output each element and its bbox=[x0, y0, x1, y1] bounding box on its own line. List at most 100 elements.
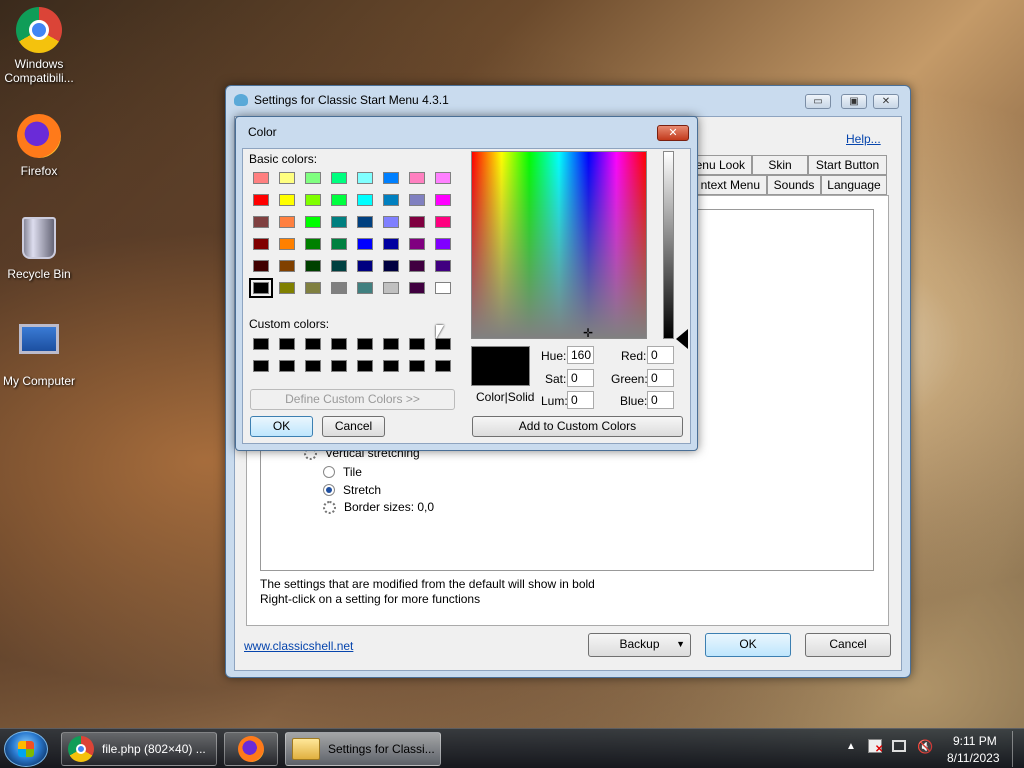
basic-color-swatch[interactable] bbox=[279, 238, 295, 250]
tree-item-border-sizes[interactable]: Border sizes: 0,0 bbox=[323, 500, 434, 514]
minimize-button[interactable]: ▭ bbox=[805, 94, 831, 109]
taskbar-item-settings[interactable]: Settings for Classi... bbox=[285, 732, 441, 766]
show-desktop-button[interactable] bbox=[1012, 731, 1022, 767]
basic-color-swatch[interactable] bbox=[409, 172, 425, 184]
custom-color-swatch[interactable] bbox=[435, 338, 451, 350]
basic-color-swatch[interactable] bbox=[409, 216, 425, 228]
basic-color-swatch[interactable] bbox=[357, 282, 373, 294]
basic-color-swatch[interactable] bbox=[435, 238, 451, 250]
basic-color-swatch[interactable] bbox=[435, 194, 451, 206]
custom-color-swatch[interactable] bbox=[253, 360, 269, 372]
tab-sounds[interactable]: Sounds bbox=[767, 175, 821, 195]
lum-input[interactable]: 0 bbox=[567, 391, 594, 409]
basic-color-swatch[interactable] bbox=[305, 172, 321, 184]
basic-color-swatch[interactable] bbox=[435, 260, 451, 272]
tab-start-button[interactable]: Start Button bbox=[808, 155, 887, 175]
basic-color-swatch[interactable] bbox=[305, 194, 321, 206]
tab-language[interactable]: Language bbox=[821, 175, 887, 195]
basic-color-swatch[interactable] bbox=[435, 216, 451, 228]
basic-color-swatch[interactable] bbox=[357, 238, 373, 250]
network-icon[interactable] bbox=[892, 740, 906, 752]
add-to-custom-colors-button[interactable]: Add to Custom Colors bbox=[472, 416, 683, 437]
custom-color-swatch[interactable] bbox=[279, 338, 295, 350]
color-ok-button[interactable]: OK bbox=[250, 416, 313, 437]
custom-color-swatch[interactable] bbox=[435, 360, 451, 372]
basic-color-swatch[interactable] bbox=[279, 194, 295, 206]
desktop-icon-recycle-bin[interactable]: Recycle Bin bbox=[0, 214, 78, 281]
custom-color-swatch[interactable] bbox=[383, 338, 399, 350]
define-custom-colors-button[interactable]: Define Custom Colors >> bbox=[250, 389, 455, 410]
luminance-arrow-icon[interactable] bbox=[676, 329, 688, 349]
clock-date[interactable]: 8/11/2023 bbox=[947, 751, 1000, 765]
taskbar-item-chrome[interactable]: file.php (802×40) ... bbox=[61, 732, 217, 766]
basic-color-swatch[interactable] bbox=[409, 238, 425, 250]
clock-time[interactable]: 9:11 PM bbox=[953, 734, 997, 748]
basic-color-swatch[interactable] bbox=[305, 260, 321, 272]
radio-tile[interactable] bbox=[323, 466, 335, 478]
basic-color-swatch[interactable] bbox=[279, 172, 295, 184]
basic-color-swatch[interactable] bbox=[357, 216, 373, 228]
custom-color-swatch[interactable] bbox=[279, 360, 295, 372]
radio-stretch[interactable] bbox=[323, 484, 335, 496]
basic-color-swatch[interactable] bbox=[305, 216, 321, 228]
basic-color-swatch[interactable] bbox=[383, 282, 399, 294]
desktop-icon-chrome[interactable]: Windows Compatibili... bbox=[0, 6, 78, 85]
backup-button[interactable]: Backup ▼ bbox=[588, 633, 691, 657]
basic-color-swatch[interactable] bbox=[357, 172, 373, 184]
hue-input[interactable]: 160 bbox=[567, 346, 594, 364]
custom-color-swatch[interactable] bbox=[331, 360, 347, 372]
sat-input[interactable]: 0 bbox=[567, 369, 594, 387]
basic-color-swatch[interactable] bbox=[331, 194, 347, 206]
maximize-button[interactable]: ▣ bbox=[841, 94, 867, 109]
basic-color-swatch[interactable] bbox=[331, 216, 347, 228]
basic-color-swatch[interactable] bbox=[331, 172, 347, 184]
settings-ok-button[interactable]: OK bbox=[705, 633, 791, 657]
basic-color-swatch[interactable] bbox=[357, 194, 373, 206]
basic-color-swatch[interactable] bbox=[305, 282, 321, 294]
green-input[interactable]: 0 bbox=[647, 369, 674, 387]
color-cancel-button[interactable]: Cancel bbox=[322, 416, 385, 437]
red-input[interactable]: 0 bbox=[647, 346, 674, 364]
basic-color-swatch[interactable] bbox=[383, 238, 399, 250]
basic-color-swatch[interactable] bbox=[357, 260, 373, 272]
blue-input[interactable]: 0 bbox=[647, 391, 674, 409]
basic-color-swatch[interactable] bbox=[383, 216, 399, 228]
custom-color-swatch[interactable] bbox=[305, 360, 321, 372]
custom-color-swatch[interactable] bbox=[357, 360, 373, 372]
basic-color-swatch[interactable] bbox=[279, 282, 295, 294]
desktop-icon-firefox[interactable]: Firefox bbox=[0, 112, 78, 178]
website-link[interactable]: www.classicshell.net bbox=[244, 639, 353, 653]
basic-color-swatch[interactable] bbox=[409, 260, 425, 272]
taskbar-item-firefox[interactable] bbox=[224, 732, 278, 766]
tree-item-stretch[interactable]: Stretch bbox=[323, 483, 381, 497]
action-center-icon[interactable]: ✕ bbox=[868, 739, 883, 755]
tab-skin[interactable]: Skin bbox=[752, 155, 808, 175]
basic-color-swatch[interactable] bbox=[253, 260, 269, 272]
start-button[interactable] bbox=[4, 731, 48, 767]
color-dialog-titlebar[interactable]: Color bbox=[236, 117, 697, 147]
basic-color-swatch[interactable] bbox=[249, 278, 273, 298]
basic-color-swatch[interactable] bbox=[435, 172, 451, 184]
tree-item-tile[interactable]: Tile bbox=[323, 465, 362, 479]
custom-color-swatch[interactable] bbox=[331, 338, 347, 350]
volume-muted-icon[interactable]: 🔇 bbox=[917, 739, 933, 755]
basic-color-swatch[interactable] bbox=[435, 282, 451, 294]
desktop-icon-my-computer[interactable]: My Computer bbox=[0, 318, 78, 388]
custom-color-swatch[interactable] bbox=[253, 338, 269, 350]
custom-color-swatch[interactable] bbox=[357, 338, 373, 350]
tab-context-menu[interactable]: ntext Menu bbox=[687, 175, 767, 195]
basic-color-swatch[interactable] bbox=[279, 260, 295, 272]
custom-color-swatch[interactable] bbox=[383, 360, 399, 372]
help-link[interactable]: Help... bbox=[846, 132, 881, 146]
basic-color-swatch[interactable] bbox=[331, 238, 347, 250]
basic-color-swatch[interactable] bbox=[383, 194, 399, 206]
basic-color-swatch[interactable] bbox=[253, 194, 269, 206]
basic-color-swatch[interactable] bbox=[305, 238, 321, 250]
custom-color-swatch[interactable] bbox=[305, 338, 321, 350]
settings-cancel-button[interactable]: Cancel bbox=[805, 633, 891, 657]
color-spectrum[interactable]: ✛ bbox=[471, 151, 647, 340]
custom-color-swatch[interactable] bbox=[409, 338, 425, 350]
basic-color-swatch[interactable] bbox=[409, 194, 425, 206]
basic-color-swatch[interactable] bbox=[383, 260, 399, 272]
color-dialog-close-button[interactable]: ✕ bbox=[657, 125, 689, 141]
